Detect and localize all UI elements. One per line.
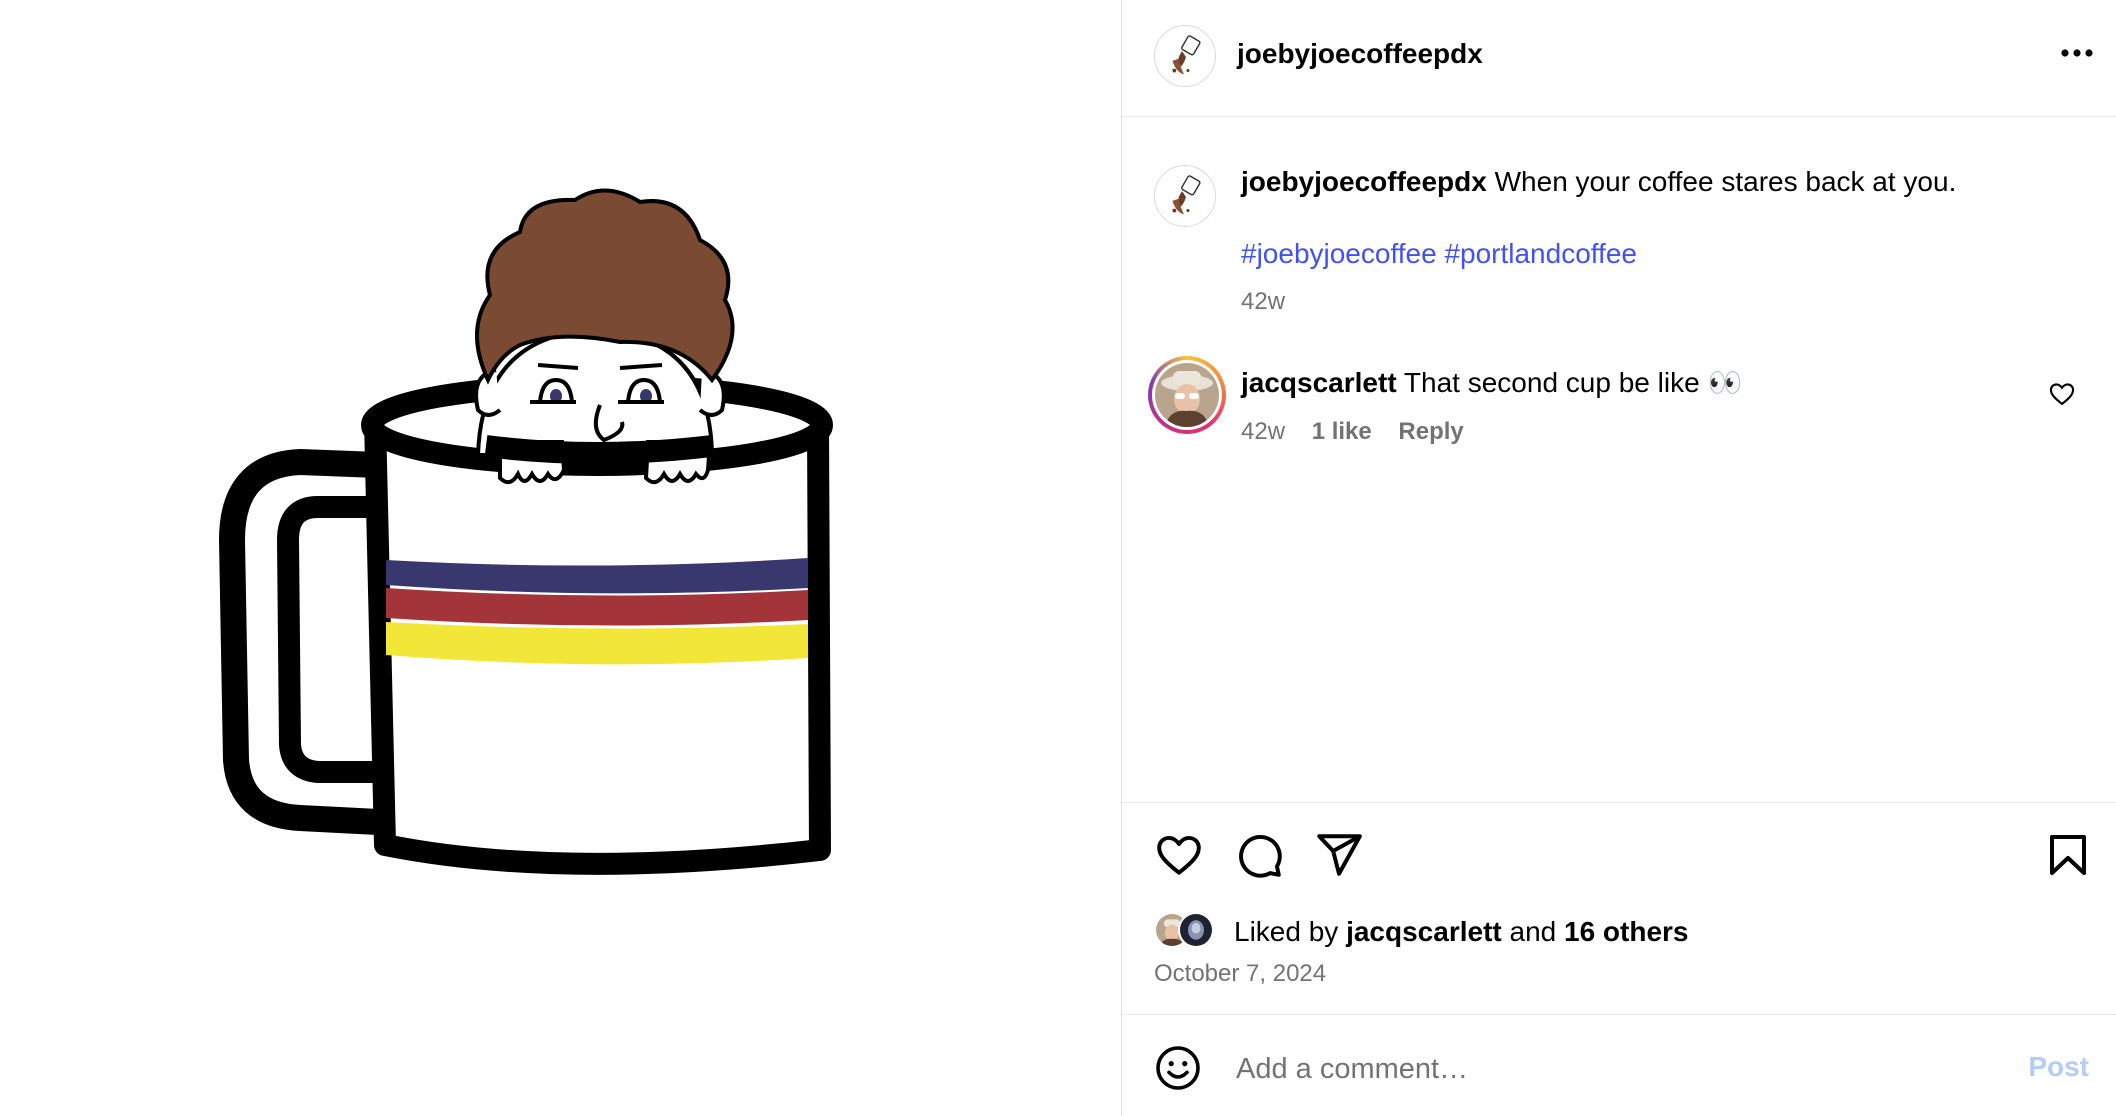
post-comment-button[interactable]: Post — [2028, 1051, 2089, 1083]
reply-button[interactable]: Reply — [1398, 418, 1463, 445]
post-header: joebyjoecoffeepdx — [1122, 0, 2116, 117]
coffee-mug-illustration — [219, 188, 833, 875]
actions-divider — [1122, 802, 2116, 803]
emoji-button[interactable] — [1154, 1044, 1202, 1092]
share-button[interactable] — [1314, 830, 1364, 880]
person-avatar-icon — [1155, 363, 1219, 427]
author-avatar[interactable] — [1154, 25, 1216, 87]
bookmark-icon — [2050, 835, 2086, 875]
liked-by-prefix: Liked by — [1234, 916, 1339, 947]
commenter-photo — [1155, 363, 1219, 427]
liker-avatar[interactable] — [1178, 912, 1214, 948]
caption-text: When your coffee stares back at you. — [1494, 166, 1957, 197]
comment-likes[interactable]: 1 like — [1312, 418, 1372, 445]
hashtag-link[interactable]: #portlandcoffee — [1444, 238, 1637, 269]
like-button[interactable] — [1154, 830, 1204, 880]
comment-username[interactable]: jacqscarlett — [1241, 367, 1397, 398]
commenter-avatar[interactable] — [1148, 356, 1226, 434]
caption-time[interactable]: 42w — [1241, 288, 1285, 316]
comment-time[interactable]: 42w — [1241, 418, 1285, 445]
author-username[interactable]: joebyjoecoffeepdx — [1237, 38, 1483, 70]
post-detail-panel: joebyjoecoffeepdx joebyjoecoffeepdx When… — [1121, 0, 2116, 1116]
send-icon — [1317, 834, 1362, 876]
comment-text: That second cup be like 👀 — [1403, 367, 1743, 398]
more-options-icon — [2061, 49, 2093, 57]
liked-by-line: Liked by jacqscarlett and 16 others — [1234, 916, 1689, 948]
coffee-pour-icon — [1172, 35, 1201, 75]
post-image[interactable] — [0, 0, 1121, 1116]
liked-by-user[interactable]: jacqscarlett — [1346, 916, 1502, 947]
more-options-button[interactable] — [2057, 38, 2097, 68]
liked-by-others[interactable]: 16 others — [1564, 916, 1689, 947]
heart-icon — [1157, 835, 1201, 875]
coffee-pour-icon — [1172, 175, 1201, 215]
liked-by-connector: and — [1509, 916, 1557, 947]
comment-like-button[interactable] — [2048, 380, 2076, 408]
emoji-icon — [1156, 1046, 1200, 1090]
caption-username[interactable]: joebyjoecoffeepdx — [1241, 166, 1487, 197]
heart-outline-icon — [2049, 383, 2075, 406]
person-avatar-icon — [1180, 914, 1212, 946]
caption-line: joebyjoecoffeepdx When your coffee stare… — [1241, 166, 1956, 198]
caption-hashtags: #joebyjoecoffee #portlandcoffee — [1241, 238, 1637, 270]
post-date[interactable]: October 7, 2024 — [1154, 960, 1326, 988]
comment-button[interactable] — [1234, 830, 1284, 880]
caption-author-avatar[interactable] — [1154, 165, 1216, 227]
save-button[interactable] — [2044, 830, 2092, 880]
hashtag-link[interactable]: #joebyjoecoffee — [1241, 238, 1437, 269]
comment-divider — [1122, 1014, 2116, 1015]
comment-icon — [1239, 835, 1282, 878]
comment-meta: 42w 1 like Reply — [1241, 418, 1464, 446]
add-comment-input[interactable] — [1234, 1044, 1998, 1094]
comment-line: jacqscarlett That second cup be like 👀 — [1241, 366, 1742, 399]
